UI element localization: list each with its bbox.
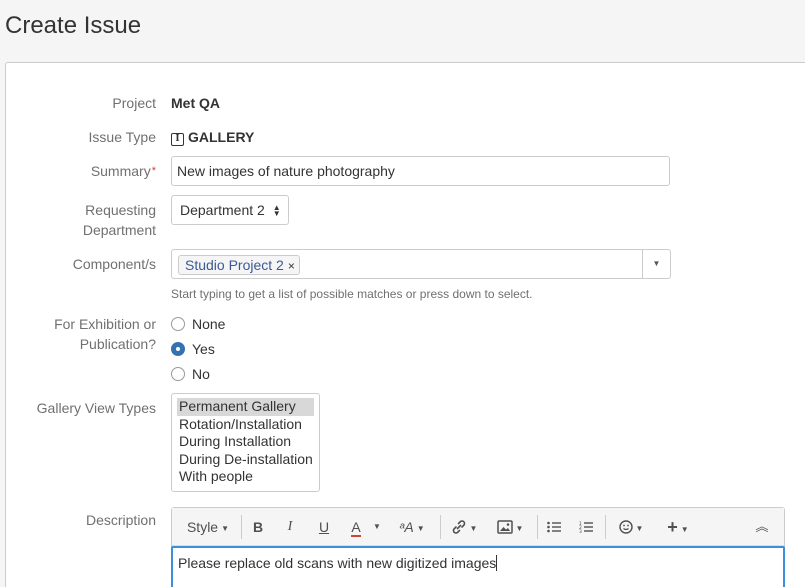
components-picker[interactable]: Studio Project 2 × ▼ — [171, 249, 671, 279]
requesting-department-selected: Department 2 — [180, 202, 265, 218]
text-color-caret-icon[interactable]: ▼ — [371, 508, 383, 546]
insert-more-dropdown[interactable]: + ▼ — [660, 508, 696, 546]
issue-type-icon: I — [171, 133, 184, 146]
description-text-area[interactable]: Please replace old scans with new digiti… — [171, 546, 785, 587]
text-color-icon: A — [351, 519, 361, 537]
gallery-view-types-listbox[interactable]: Permanent Gallery Rotation/Installation … — [171, 393, 320, 492]
radio-option-no[interactable]: No — [171, 364, 210, 384]
description-content: Please replace old scans with new digiti… — [178, 555, 497, 571]
image-dropdown[interactable]: ▼ — [492, 508, 528, 546]
radio-label: None — [192, 316, 226, 332]
text-color-button[interactable]: A — [346, 508, 366, 546]
radio-option-yes[interactable]: Yes — [171, 339, 215, 359]
radio-label: No — [192, 366, 210, 382]
dropdown-arrow-icon[interactable]: ▼ — [643, 250, 670, 278]
radio-option-none[interactable]: None — [171, 314, 225, 334]
project-value: Met QA — [171, 95, 220, 111]
issue-type-text: GALLERY — [188, 129, 255, 145]
chevron-down-icon: ▼ — [680, 525, 689, 534]
svg-text:3: 3 — [579, 529, 582, 533]
underline-button[interactable]: U — [314, 508, 334, 546]
requesting-department-label-line2: Department — [82, 222, 156, 238]
bullet-list-icon — [547, 521, 561, 533]
editor-toolbar: Style ▼ B I U A ▼ ᵃA ▼ ▼ ▼ 123 ▼ + ▼ ︽ — [172, 508, 784, 546]
bullet-list-button[interactable] — [544, 508, 564, 546]
requesting-department-label-line1: Requesting — [85, 202, 156, 218]
summary-label-text: Summary — [90, 163, 151, 179]
toolbar-separator — [605, 515, 606, 539]
component-chip: Studio Project 2 × — [178, 255, 300, 275]
remove-chip-icon[interactable]: × — [288, 259, 295, 273]
radio-button-checked[interactable] — [171, 342, 185, 356]
text-effects-icon: ᵃA — [399, 519, 414, 535]
chevron-down-icon: ▼ — [416, 524, 425, 533]
requesting-department-label: Requesting Department — [83, 200, 156, 240]
description-label: Description — [85, 512, 156, 528]
bold-button[interactable]: B — [248, 508, 268, 546]
chevron-down-icon: ▼ — [635, 524, 644, 533]
required-marker: * — [151, 165, 156, 177]
style-dropdown-label: Style — [186, 519, 219, 535]
chevron-down-icon: ▼ — [515, 524, 524, 533]
list-option[interactable]: Rotation/Installation — [177, 416, 314, 434]
toolbar-separator — [440, 515, 441, 539]
emoticon-icon — [618, 520, 633, 534]
radio-button[interactable] — [171, 367, 185, 381]
list-option[interactable]: During De-installation — [177, 451, 314, 469]
summary-input[interactable]: New images of nature photography — [171, 156, 670, 186]
select-arrows-icon: ▲ ▼ — [272, 203, 281, 219]
numbered-list-icon: 123 — [579, 521, 593, 535]
link-icon — [452, 520, 465, 534]
emoticon-dropdown[interactable]: ▼ — [613, 508, 649, 546]
exhibition-label-line2: Publication? — [79, 336, 156, 352]
text-effects-dropdown[interactable]: ᵃA ▼ — [392, 508, 432, 546]
link-dropdown[interactable]: ▼ — [446, 508, 482, 546]
exhibition-label: For Exhibition or Publication? — [54, 314, 156, 354]
plus-icon: + — [667, 517, 678, 537]
page-title: Create Issue — [5, 12, 142, 39]
exhibition-label-line1: For Exhibition or — [54, 316, 156, 332]
italic-button[interactable]: I — [280, 508, 300, 546]
toolbar-separator — [241, 515, 242, 539]
chevron-down-icon: ▼ — [469, 524, 478, 533]
radio-label: Yes — [192, 341, 215, 357]
collapse-toolbar-icon[interactable]: ︽ — [752, 508, 772, 546]
issue-type-value: I GALLERY — [171, 127, 254, 147]
component-chip-label: Studio Project 2 — [185, 257, 284, 273]
radio-button[interactable] — [171, 317, 185, 331]
text-cursor — [496, 555, 498, 571]
description-editor: Style ▼ B I U A ▼ ᵃA ▼ ▼ ▼ 123 ▼ + ▼ ︽ Plea… — [171, 507, 785, 587]
chevron-down-icon: ▼ — [221, 524, 230, 533]
components-help-text: Start typing to get a list of possible m… — [171, 287, 533, 301]
list-option[interactable]: With people — [177, 468, 314, 486]
numbered-list-button[interactable]: 123 — [576, 508, 596, 546]
issue-type-label: Issue Type — [88, 129, 156, 145]
style-dropdown[interactable]: Style ▼ — [184, 508, 232, 546]
requesting-department-select[interactable]: Department 2 ▲ ▼ — [171, 195, 289, 225]
list-option[interactable]: Permanent Gallery — [177, 398, 314, 416]
components-label: Component/s — [72, 256, 156, 272]
toolbar-separator — [537, 515, 538, 539]
image-icon — [496, 520, 513, 534]
project-label: Project — [112, 95, 156, 111]
summary-label: Summary* — [91, 161, 156, 181]
list-option[interactable]: During Installation — [177, 433, 314, 451]
gallery-view-types-label: Gallery View Types — [36, 400, 156, 416]
